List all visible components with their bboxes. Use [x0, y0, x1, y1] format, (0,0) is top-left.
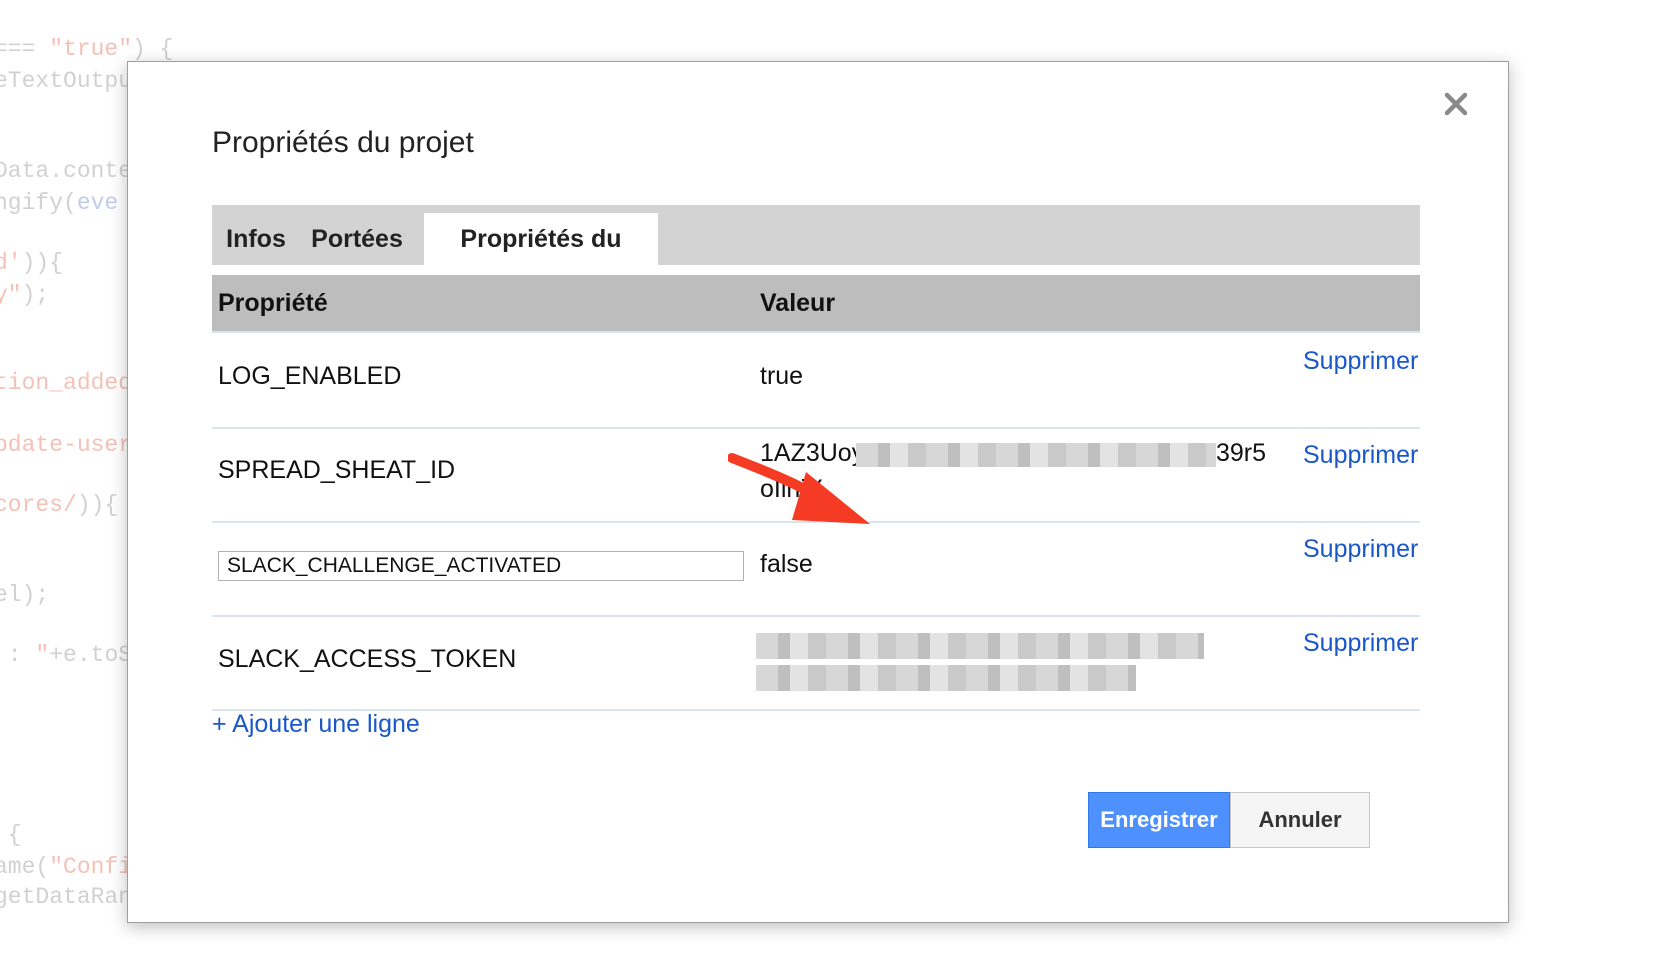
code-line: { [7, 822, 22, 848]
table-row: LOG_ENABLED true Supprimer [212, 333, 1420, 429]
annotation-arrow-icon [728, 453, 870, 524]
obscured-value [756, 665, 1136, 691]
property-value[interactable] [756, 627, 1220, 699]
code-line: y"); [0, 282, 50, 308]
delete-link[interactable]: Supprimer [1303, 531, 1421, 567]
properties-table-header: Propriété Valeur [212, 275, 1420, 333]
code-line: el); [0, 582, 50, 608]
property-key-input[interactable] [218, 551, 744, 581]
tab-bar: Infos Portées Propriétés du script [212, 205, 1420, 305]
delete-link[interactable]: Supprimer [1303, 625, 1421, 661]
tab-script-properties[interactable]: Propriétés du script [424, 213, 658, 305]
property-value[interactable]: false [760, 546, 813, 582]
dialog-title: Propriétés du projet [212, 126, 474, 159]
property-key[interactable]: LOG_ENABLED [218, 362, 401, 391]
cancel-button[interactable]: Annuler [1230, 792, 1370, 848]
code-line: pdate-user [0, 432, 133, 458]
column-header-value: Valeur [760, 289, 836, 317]
delete-link[interactable]: Supprimer [1303, 343, 1421, 379]
code-line: ngify(eve [0, 190, 119, 216]
table-row: SLACK_ACCESS_TOKEN Supprimer [212, 615, 1420, 711]
property-key[interactable]: SLACK_ACCESS_TOKEN [218, 645, 516, 674]
column-header-property: Propriété [218, 289, 328, 317]
code-line: eTextOutpu [0, 68, 133, 94]
add-row-link[interactable]: + Ajouter une ligne [212, 710, 420, 739]
close-icon[interactable] [1438, 86, 1474, 122]
obscured-value [856, 443, 1216, 467]
code-line: tion_added [0, 370, 133, 396]
code-line: cores/)){ [0, 492, 119, 518]
obscured-value [756, 633, 1204, 659]
code-line: d')){ [0, 250, 64, 276]
save-button[interactable]: Enregistrer [1088, 792, 1230, 848]
tab-infos[interactable]: Infos [218, 213, 294, 265]
code-line: : "+e.toS [7, 642, 133, 668]
code-line: Data.conte [0, 158, 133, 184]
code-line: === "true") { [0, 36, 174, 62]
property-key[interactable]: SPREAD_SHEAT_ID [218, 456, 455, 485]
delete-link[interactable]: Supprimer [1303, 437, 1421, 473]
property-value[interactable]: true [760, 358, 803, 394]
value-visible-end: 39r5 [1216, 439, 1267, 467]
project-properties-dialog: Propriétés du projet Infos Portées Propr… [127, 61, 1509, 923]
tab-portees[interactable]: Portées [304, 213, 410, 265]
table-row: false Supprimer [212, 521, 1420, 617]
